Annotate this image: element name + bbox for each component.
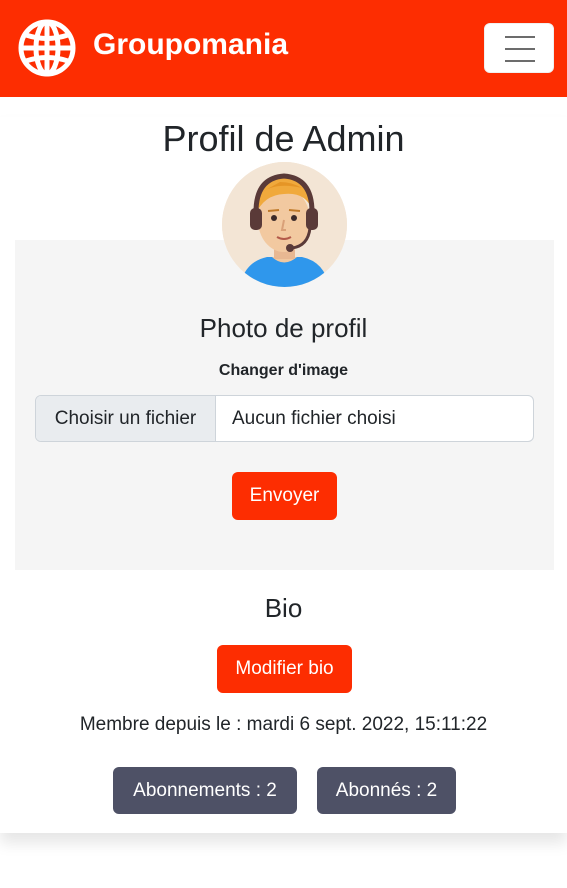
hamburger-bar bbox=[505, 60, 535, 62]
change-image-label: Changer d'image bbox=[218, 362, 349, 379]
file-status: Aucun fichier choisi bbox=[232, 408, 396, 429]
send-button[interactable]: Envoyer bbox=[232, 472, 337, 520]
subscriptions-button[interactable]: Abonnements : 2 bbox=[113, 767, 297, 814]
followers-button[interactable]: Abonnés : 2 bbox=[317, 767, 456, 814]
support-agent-avatar-icon bbox=[222, 162, 347, 287]
brand-name[interactable]: Groupomania bbox=[93, 27, 288, 63]
page-title: Profil de Admin bbox=[162, 118, 405, 159]
member-since: Membre depuis le : mardi 6 sept. 2022, 1… bbox=[79, 714, 488, 735]
hamburger-menu-icon bbox=[505, 36, 535, 38]
avatar bbox=[222, 162, 347, 287]
hamburger-bar bbox=[505, 48, 535, 50]
photo-heading: Photo de profil bbox=[199, 313, 368, 343]
file-input[interactable]: Choisir un fichier Aucun fichier choisi bbox=[35, 395, 534, 442]
choose-file-button[interactable]: Choisir un fichier bbox=[36, 396, 216, 441]
globe-icon[interactable] bbox=[17, 18, 77, 78]
navbar-toggler-button[interactable] bbox=[484, 23, 554, 73]
navbar: Groupomania bbox=[0, 0, 567, 97]
bio-heading: Bio bbox=[264, 593, 303, 623]
edit-bio-button[interactable]: Modifier bio bbox=[217, 645, 352, 693]
